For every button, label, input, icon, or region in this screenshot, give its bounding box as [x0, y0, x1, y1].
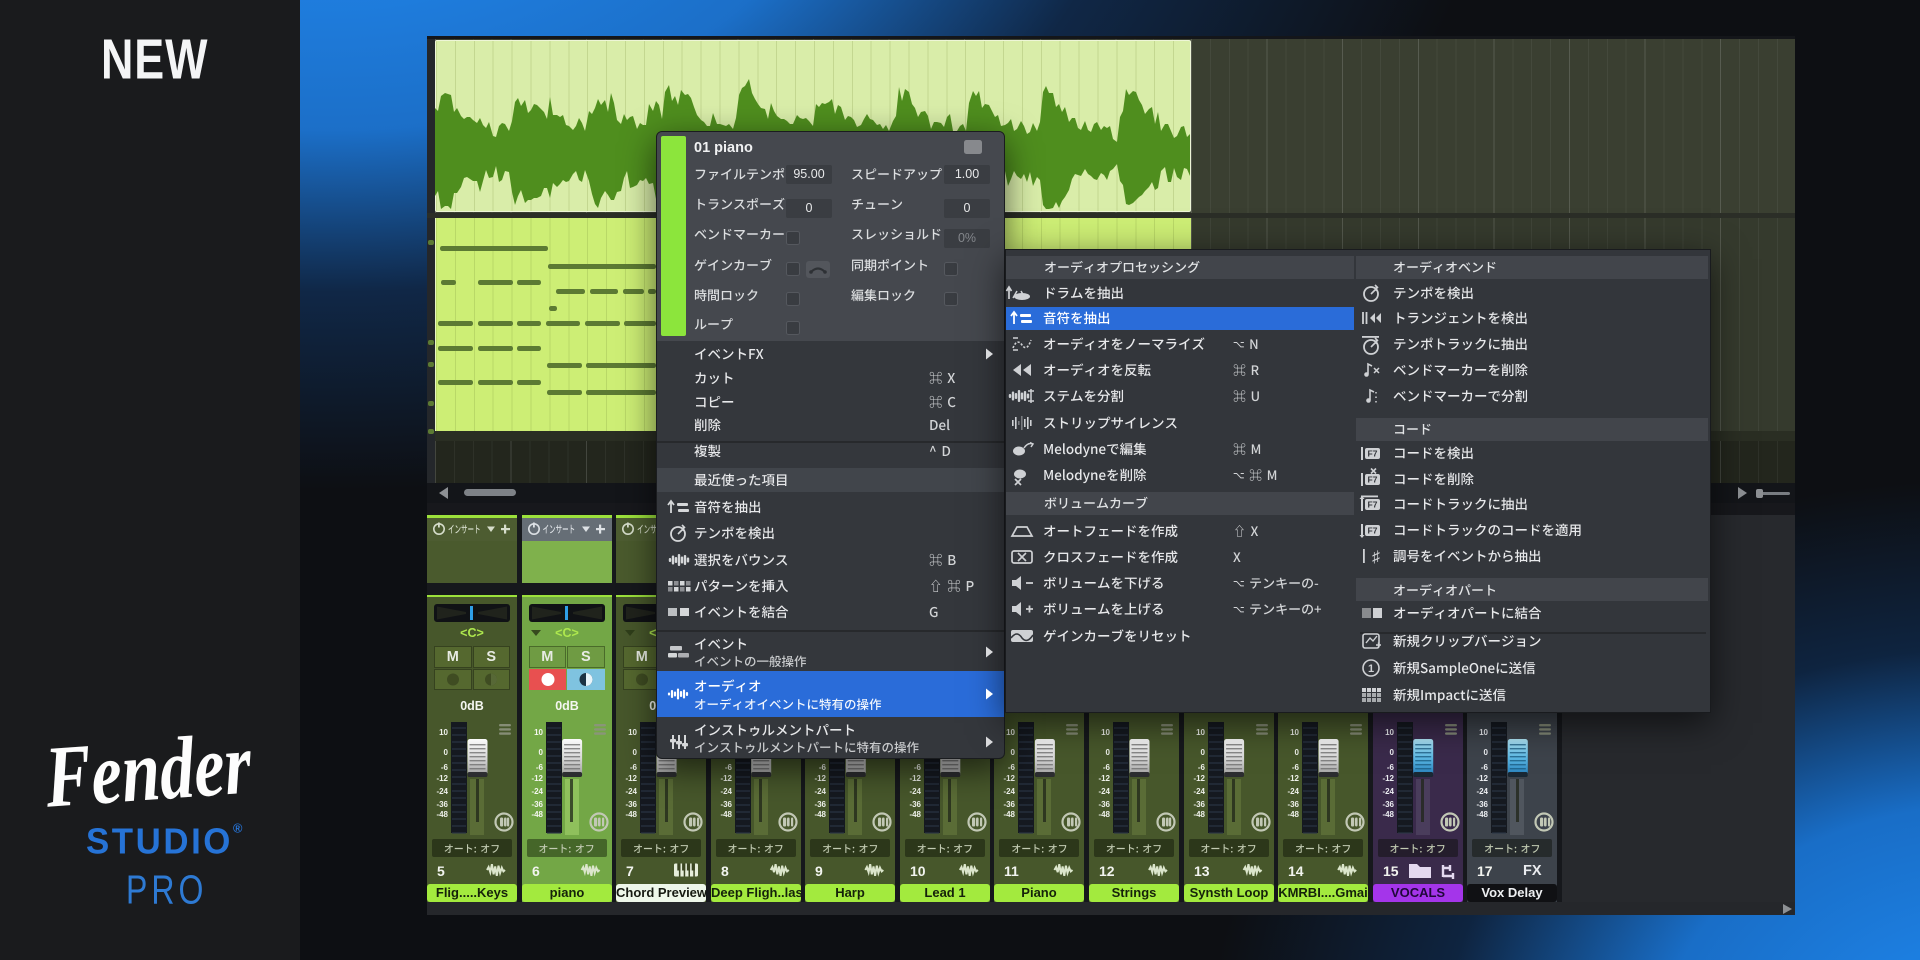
svg-text:1: 1 — [1368, 663, 1374, 675]
svg-text:F7: F7 — [1368, 526, 1378, 536]
svg-text:♯: ♯ — [1372, 549, 1380, 566]
svg-text:F7: F7 — [1368, 500, 1378, 510]
svg-text:F7: F7 — [1368, 449, 1378, 459]
svg-text:F7: F7 — [1368, 475, 1378, 485]
